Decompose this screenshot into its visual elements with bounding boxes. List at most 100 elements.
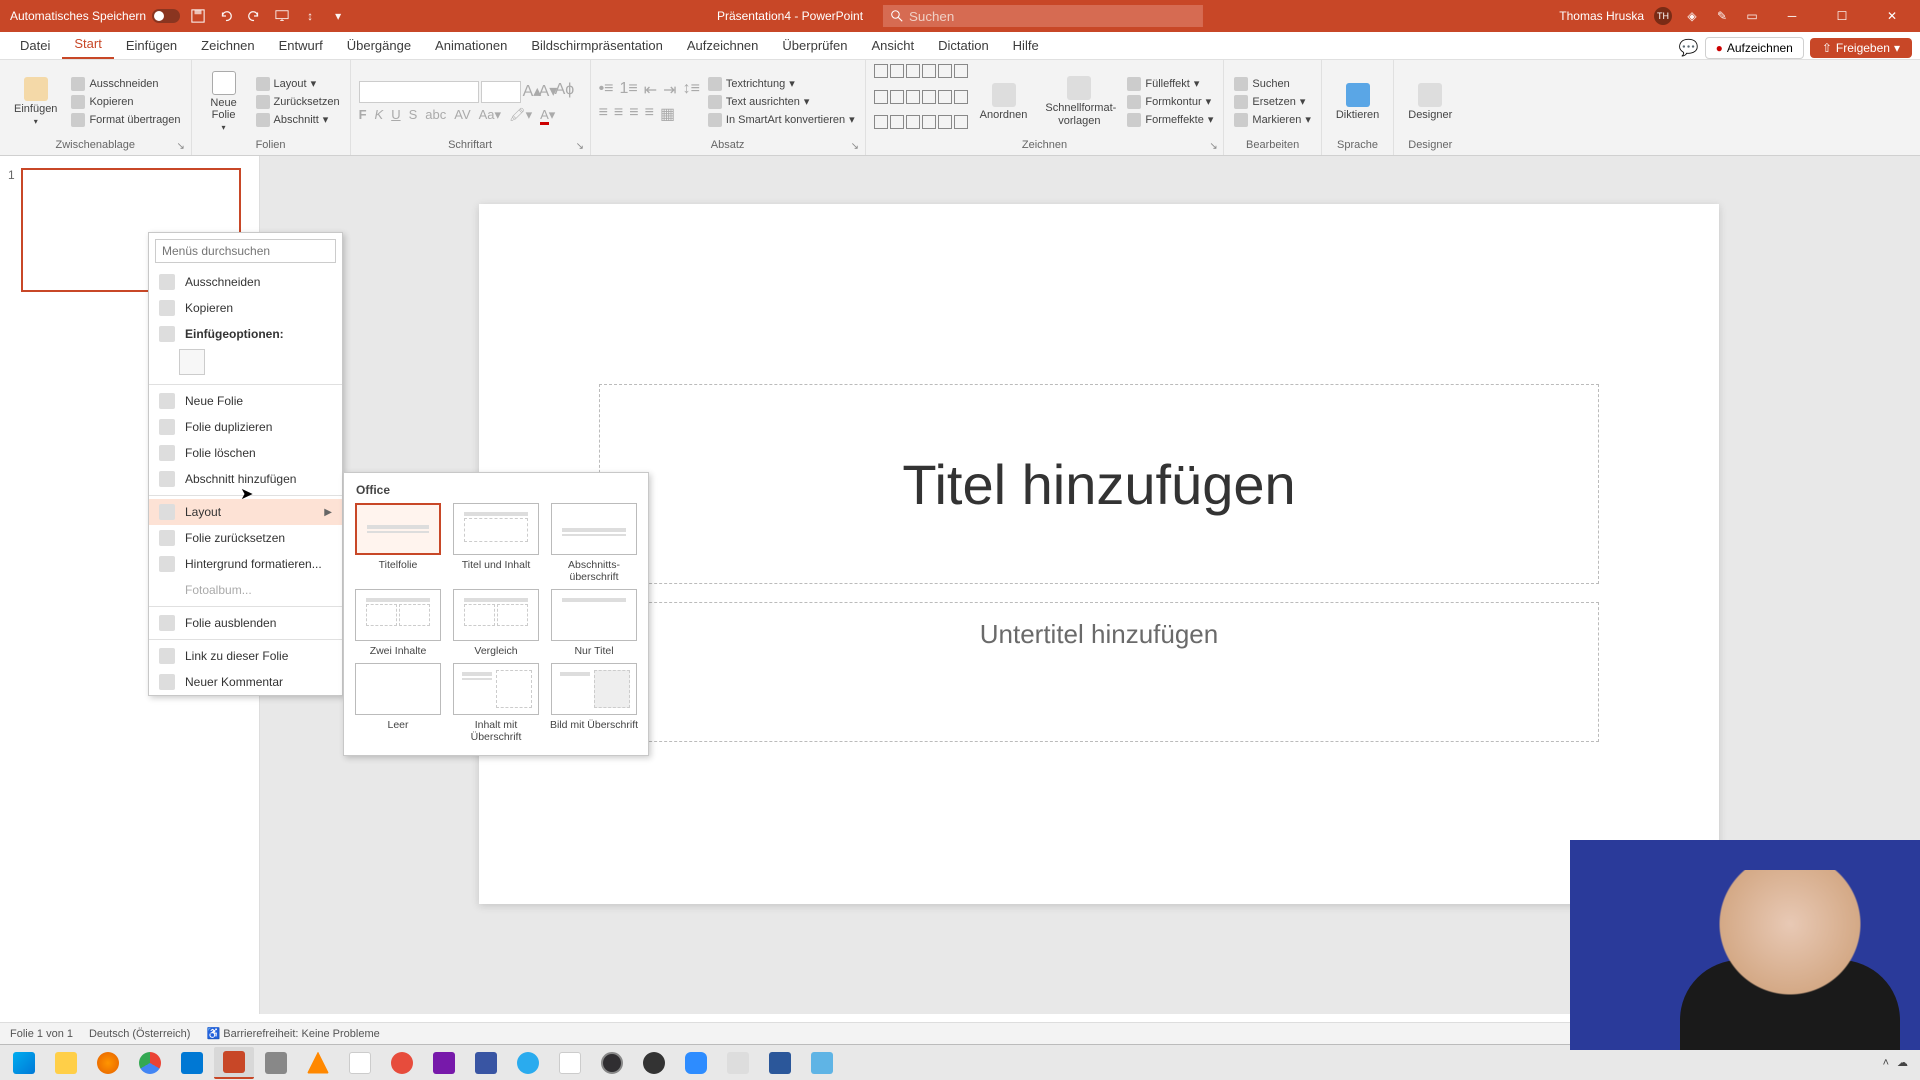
ctx-add-section[interactable]: Abschnitt hinzufügen — [149, 466, 342, 492]
tab-ansicht[interactable]: Ansicht — [859, 32, 926, 59]
shadow-button[interactable]: abc — [425, 107, 446, 123]
share-button[interactable]: ⇧Freigeben▾ — [1810, 38, 1912, 58]
slide-canvas[interactable]: Titel hinzufügen Untertitel hinzufügen — [479, 204, 1719, 904]
autosave-toggle[interactable]: Automatisches Speichern — [10, 9, 180, 23]
arrange-button[interactable]: Anordnen — [974, 64, 1034, 139]
toggle-switch-icon[interactable] — [152, 9, 180, 23]
find-button[interactable]: Suchen — [1232, 76, 1312, 92]
layout-option-titelfolie[interactable]: Titelfolie — [352, 503, 444, 583]
designer-button[interactable]: Designer — [1402, 64, 1458, 139]
system-tray[interactable]: ˄ ☁ — [1883, 1056, 1916, 1069]
bold-button[interactable]: F — [359, 107, 367, 123]
select-button[interactable]: Markieren ▾ — [1232, 112, 1312, 128]
ctx-paste-option[interactable] — [149, 347, 342, 381]
qat-more-icon[interactable]: ▾ — [328, 6, 348, 26]
ctx-reset-slide[interactable]: Folie zurücksetzen — [149, 525, 342, 551]
touch-mode-icon[interactable]: ↕ — [300, 6, 320, 26]
tab-zeichnen[interactable]: Zeichnen — [189, 32, 266, 59]
indent-dec-icon[interactable]: ⇤ — [644, 80, 657, 100]
word-icon[interactable] — [760, 1047, 800, 1079]
underline-button[interactable]: U — [391, 107, 400, 123]
layout-option-bild-ueberschrift[interactable]: Bild mit Überschrift — [548, 663, 640, 743]
visio-icon[interactable] — [466, 1047, 506, 1079]
telegram-icon[interactable] — [508, 1047, 548, 1079]
layout-option-leer[interactable]: Leer — [352, 663, 444, 743]
accessibility-status[interactable]: ♿ Barrierefreiheit: Keine Probleme — [206, 1027, 379, 1040]
indent-inc-icon[interactable]: ⇥ — [663, 80, 676, 100]
search-box[interactable] — [883, 5, 1203, 27]
tab-hilfe[interactable]: Hilfe — [1001, 32, 1051, 59]
replace-button[interactable]: Ersetzen ▾ — [1232, 94, 1312, 110]
app-icon-2[interactable] — [340, 1047, 380, 1079]
justify-icon[interactable]: ≡ — [645, 104, 654, 124]
close-button[interactable]: ✕ — [1872, 0, 1912, 32]
align-right-icon[interactable]: ≡ — [629, 104, 638, 124]
align-left-icon[interactable]: ≡ — [599, 104, 608, 124]
align-center-icon[interactable]: ≡ — [614, 104, 623, 124]
strike-button[interactable]: S — [409, 107, 418, 123]
layout-option-abschnitt[interactable]: Abschnitts-überschrift — [548, 503, 640, 583]
app-icon-6[interactable] — [718, 1047, 758, 1079]
spacing-button[interactable]: AV — [454, 107, 470, 123]
ctx-copy[interactable]: Kopieren — [149, 295, 342, 321]
case-button[interactable]: Aa▾ — [479, 107, 501, 123]
tray-cloud-icon[interactable]: ☁ — [1897, 1056, 1908, 1069]
line-spacing-icon[interactable]: ↕≡ — [683, 80, 700, 100]
numbering-icon[interactable]: 1≡ — [620, 80, 638, 100]
present-from-start-icon[interactable] — [272, 6, 292, 26]
shape-effects-button[interactable]: Formeffekte ▾ — [1125, 112, 1215, 128]
font-size-input[interactable] — [481, 81, 521, 103]
font-color-button[interactable]: A▾ — [540, 107, 555, 123]
powerpoint-icon[interactable] — [214, 1047, 254, 1079]
save-icon[interactable] — [188, 6, 208, 26]
reset-button[interactable]: Zurücksetzen — [254, 94, 342, 110]
undo-icon[interactable] — [216, 6, 236, 26]
tab-aufzeichnen[interactable]: Aufzeichnen — [675, 32, 771, 59]
shapes-gallery[interactable] — [874, 64, 968, 139]
ctx-cut[interactable]: Ausschneiden — [149, 269, 342, 295]
section-button[interactable]: Abschnitt ▾ — [254, 112, 342, 128]
dialog-launcher-icon[interactable]: ↘ — [177, 141, 189, 153]
quick-styles-button[interactable]: Schnellformat-vorlagen — [1039, 64, 1119, 139]
layout-option-titel-inhalt[interactable]: Titel und Inhalt — [450, 503, 542, 583]
start-button[interactable] — [4, 1047, 44, 1079]
firefox-icon[interactable] — [88, 1047, 128, 1079]
record-button[interactable]: ●Aufzeichnen — [1705, 37, 1804, 59]
ctx-format-background[interactable]: Hintergrund formatieren... — [149, 551, 342, 577]
layout-button[interactable]: Layout ▾ — [254, 76, 342, 92]
ctx-link-slide[interactable]: Link zu dieser Folie — [149, 643, 342, 669]
highlight-button[interactable]: 🖍▾ — [509, 107, 532, 123]
new-slide-button[interactable]: Neue Folie▾ — [200, 64, 248, 139]
tab-uebergaenge[interactable]: Übergänge — [335, 32, 423, 59]
columns-icon[interactable]: ▦ — [660, 104, 675, 124]
coming-soon-icon[interactable]: ◈ — [1682, 6, 1702, 26]
privacy-icon[interactable]: ✎ — [1712, 6, 1732, 26]
ctx-hide-slide[interactable]: Folie ausblenden — [149, 610, 342, 636]
tab-ueberpruefen[interactable]: Überprüfen — [770, 32, 859, 59]
language-status[interactable]: Deutsch (Österreich) — [89, 1028, 190, 1040]
tab-einfuegen[interactable]: Einfügen — [114, 32, 189, 59]
paste-button[interactable]: Einfügen▾ — [8, 64, 63, 139]
outlook-icon[interactable] — [172, 1047, 212, 1079]
shrink-font-icon[interactable]: A▾ — [539, 81, 553, 95]
ctx-new-slide[interactable]: Neue Folie — [149, 388, 342, 414]
smartart-button[interactable]: In SmartArt konvertieren ▾ — [706, 112, 857, 128]
italic-button[interactable]: K — [375, 107, 384, 123]
layout-option-vergleich[interactable]: Vergleich — [450, 589, 542, 657]
maximize-button[interactable]: ☐ — [1822, 0, 1862, 32]
dialog-launcher-icon[interactable]: ↘ — [1209, 141, 1221, 153]
vlc-icon[interactable] — [298, 1047, 338, 1079]
comments-icon[interactable]: 💬 — [1679, 38, 1699, 58]
tab-entwurf[interactable]: Entwurf — [267, 32, 335, 59]
text-direction-button[interactable]: Textrichtung ▾ — [706, 76, 857, 92]
tab-dictation[interactable]: Dictation — [926, 32, 1001, 59]
app-icon-1[interactable] — [256, 1047, 296, 1079]
search-input[interactable] — [909, 9, 1195, 24]
dialog-launcher-icon[interactable]: ↘ — [851, 141, 863, 153]
app-icon-5[interactable] — [634, 1047, 674, 1079]
app-icon-3[interactable] — [382, 1047, 422, 1079]
minimize-button[interactable]: ─ — [1772, 0, 1812, 32]
tab-animationen[interactable]: Animationen — [423, 32, 519, 59]
file-explorer-icon[interactable] — [46, 1047, 86, 1079]
shape-fill-button[interactable]: Fülleffekt ▾ — [1125, 76, 1215, 92]
